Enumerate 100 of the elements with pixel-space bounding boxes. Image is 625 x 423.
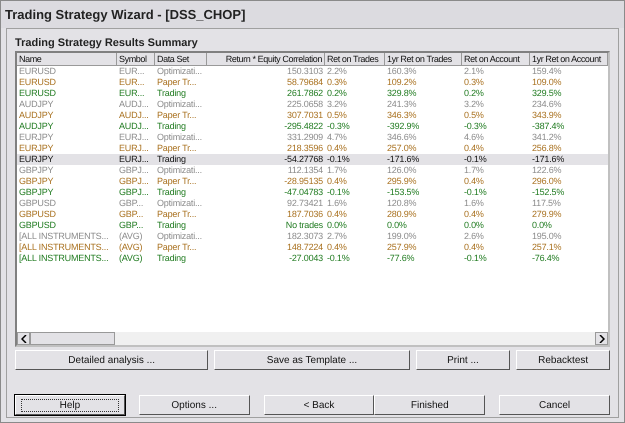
table-cell-text: -77.6% (386, 253, 416, 264)
table-cell-text: Optimizati... (156, 132, 203, 143)
table-cell-text: EURUSD (18, 88, 57, 99)
table-cell-text: Trading (156, 154, 187, 165)
column-header[interactable]: Ret on Account (462, 53, 530, 66)
nav-button[interactable]: Cancel (499, 395, 610, 415)
table-cell-text: AUDJPY (18, 121, 54, 132)
table-cell-text: 2.6% (463, 231, 485, 242)
table-row[interactable]: GBPUSD GBP... Paper Tr... 187.7036 0.4% 280.9% 0.4% 279.9% (17, 209, 608, 220)
table-cell-text: 218.3596 (286, 143, 324, 154)
table-cell-text: AUDJPY (18, 99, 54, 110)
table-row[interactable]: EURUSD EUR... Paper Tr... 58.79684 0.3% 109.2% 0.3% 109.0% (17, 77, 608, 88)
action-button[interactable]: Save as Template ... (214, 350, 410, 370)
column-header[interactable]: Ret on Trades (325, 53, 385, 66)
table-row[interactable]: GBPJPY GBPJ... Optimizati... 112.1354 1.7% 126.0% 1.7% 122.6% (17, 165, 608, 176)
table-cell-text: Trading (156, 253, 187, 264)
horizontal-scrollbar[interactable] (17, 332, 608, 345)
table-cell-text: EURJPY (18, 154, 54, 165)
table-row[interactable]: EURJPY EURJ... Optimizati... 331.2909 4.7% 346.6% 4.6% 341.2% (17, 132, 608, 143)
nav-button[interactable]: Options ... (138, 395, 250, 415)
column-header[interactable]: 1yr Ret on Trades (385, 53, 462, 66)
table-cell-text: 0.0% (326, 220, 348, 231)
column-header[interactable]: Return * Equity Correlation (207, 53, 325, 66)
table-cell-text: 0.0% (463, 220, 485, 231)
table-row[interactable]: GBPJPY GBPJ... Paper Tr... -28.95135 0.4% 295.9% 0.4% 296.0% (17, 176, 608, 187)
table-cell-text: 159.4% (531, 66, 562, 77)
table-cell-text: 0.4% (463, 176, 485, 187)
table-cell-text: -54.27768 (283, 154, 324, 165)
table-cell-text: 1.6% (463, 198, 485, 209)
table-cell-text: EURJ... (118, 143, 150, 154)
table-row[interactable]: AUDJPY AUDJ... Optimizati... 225.0658 3.2% 241.3% 3.2% 234.6% (17, 99, 608, 110)
table-cell-text: 58.79684 (286, 77, 324, 88)
table-row[interactable]: [ALL INSTRUMENTS... (AVG) Paper Tr... 148.7224 0.4% 257.9% 0.4% 257.1% (17, 242, 608, 253)
table-cell-text: 148.7224 (286, 242, 324, 253)
table-cell-text: 150.3103 (286, 66, 324, 77)
table-cell-text: -153.5% (386, 187, 420, 198)
table-cell-text: AUDJPY (18, 110, 54, 121)
table-cell-text: Paper Tr... (156, 209, 198, 220)
nav-button[interactable]: Finished (374, 395, 486, 415)
table-cell-text: GBPJPY (18, 187, 54, 198)
scroll-right-icon[interactable] (595, 332, 608, 345)
table-cell-text: 241.3% (386, 99, 418, 110)
table-cell-text: Optimizati... (156, 198, 203, 209)
column-header[interactable]: Name (17, 53, 117, 66)
table-cell-text: 0.2% (326, 88, 348, 99)
table-row[interactable]: GBPUSD GBP... Optimizati... 92.73421 1.6% 120.8% 1.6% 117.5% (17, 198, 608, 209)
table-cell-text: [ALL INSTRUMENTS... (18, 242, 110, 253)
table-cell-text: GBPUSD (18, 220, 57, 231)
table-cell-text: -28.95135 (283, 176, 324, 187)
column-header[interactable]: 1yr Ret on Account (530, 53, 608, 66)
table-cell-text: -0.1% (463, 154, 488, 165)
table-cell-text: 182.3073 (286, 231, 324, 242)
table-cell-text: -0.1% (326, 187, 351, 198)
table-cell-text: 199.0% (386, 231, 418, 242)
table-cell-text: -387.4% (531, 121, 566, 132)
table-cell-text: 0.4% (463, 209, 485, 220)
table-cell-text: EUR... (118, 66, 146, 77)
scroll-thumb[interactable] (30, 332, 115, 345)
action-button[interactable]: Print ... (416, 350, 510, 370)
action-button[interactable]: Detailed analysis ... (15, 350, 208, 370)
table-cell-text: GBPJ... (118, 165, 150, 176)
table-cell-text: -0.3% (463, 121, 488, 132)
table-cell-text: GBP... (118, 198, 144, 209)
table-cell-text: -171.6% (531, 154, 566, 165)
table-cell-text: 195.0% (531, 231, 562, 242)
table-row[interactable]: [ALL INSTRUMENTS... (AVG) Optimizati... 182.3073 2.7% 199.0% 2.6% 195.0% (17, 231, 608, 242)
table-cell-text: 307.7031 (286, 110, 324, 121)
table-row[interactable]: EURUSD EUR... Trading 261.7862 0.2% 329.8% 0.2% 329.5% (17, 88, 608, 99)
table-row[interactable]: AUDJPY AUDJ... Trading -295.4822 -0.3% -392.9% -0.3% -387.4% (17, 121, 608, 132)
column-header[interactable]: Data Set (155, 53, 207, 66)
table-cell-text: 0.4% (326, 209, 348, 220)
table-row[interactable]: EURJPY EURJ... Trading -54.27768 -0.1% -171.6% -0.1% -171.6% (17, 154, 608, 165)
table-cell-text: Paper Tr... (156, 242, 198, 253)
table-cell-text: GBPJ... (118, 187, 150, 198)
table-cell-text: 261.7862 (286, 88, 324, 99)
table-row[interactable]: GBPUSD GBP... Trading No trades 0.0% 0.0% 0.0% 0.0% (17, 220, 608, 231)
table-cell-text: -295.4822 (283, 121, 324, 132)
table-row[interactable]: [ALL INSTRUMENTS... (AVG) Trading -27.0043 -0.1% -77.6% -0.1% -76.4% (17, 253, 608, 264)
table-cell-text: 279.9% (531, 209, 562, 220)
action-button[interactable]: Rebacktest (516, 350, 610, 370)
window-title: Trading Strategy Wizard - [DSS_CHOP] (5, 6, 246, 24)
section-title: Trading Strategy Results Summary (15, 36, 199, 50)
table-cell-text: -27.0043 (288, 253, 324, 264)
column-header[interactable]: Symbol (117, 53, 155, 66)
table-row[interactable]: EURUSD EUR... Optimizati... 150.3103 2.2% 160.3% 2.1% 159.4% (17, 66, 608, 77)
table-cell-text: -152.5% (531, 187, 566, 198)
nav-button[interactable]: Help (15, 395, 125, 415)
table-cell-text: 4.6% (463, 132, 485, 143)
table-row[interactable]: AUDJPY AUDJ... Paper Tr... 307.7031 0.5% 346.3% 0.5% 343.9% (17, 110, 608, 121)
table-cell-text: 0.4% (326, 143, 348, 154)
table-cell-text: AUDJ... (118, 110, 150, 121)
scroll-left-icon[interactable] (17, 332, 30, 345)
table-row[interactable]: GBPJPY GBPJ... Trading -47.04783 -0.1% -153.5% -0.1% -152.5% (17, 187, 608, 198)
nav-button[interactable]: < Back (264, 395, 374, 415)
table-cell-text: 117.5% (531, 198, 562, 209)
table-row[interactable]: EURJPY EURJ... Paper Tr... 218.3596 0.4% 257.0% 0.4% 256.8% (17, 143, 608, 154)
table-cell-text: 112.1354 (286, 165, 324, 176)
table-cell-text: 0.3% (463, 77, 485, 88)
table-cell-text: Optimizati... (156, 66, 203, 77)
table-cell-text: 109.0% (531, 77, 562, 88)
